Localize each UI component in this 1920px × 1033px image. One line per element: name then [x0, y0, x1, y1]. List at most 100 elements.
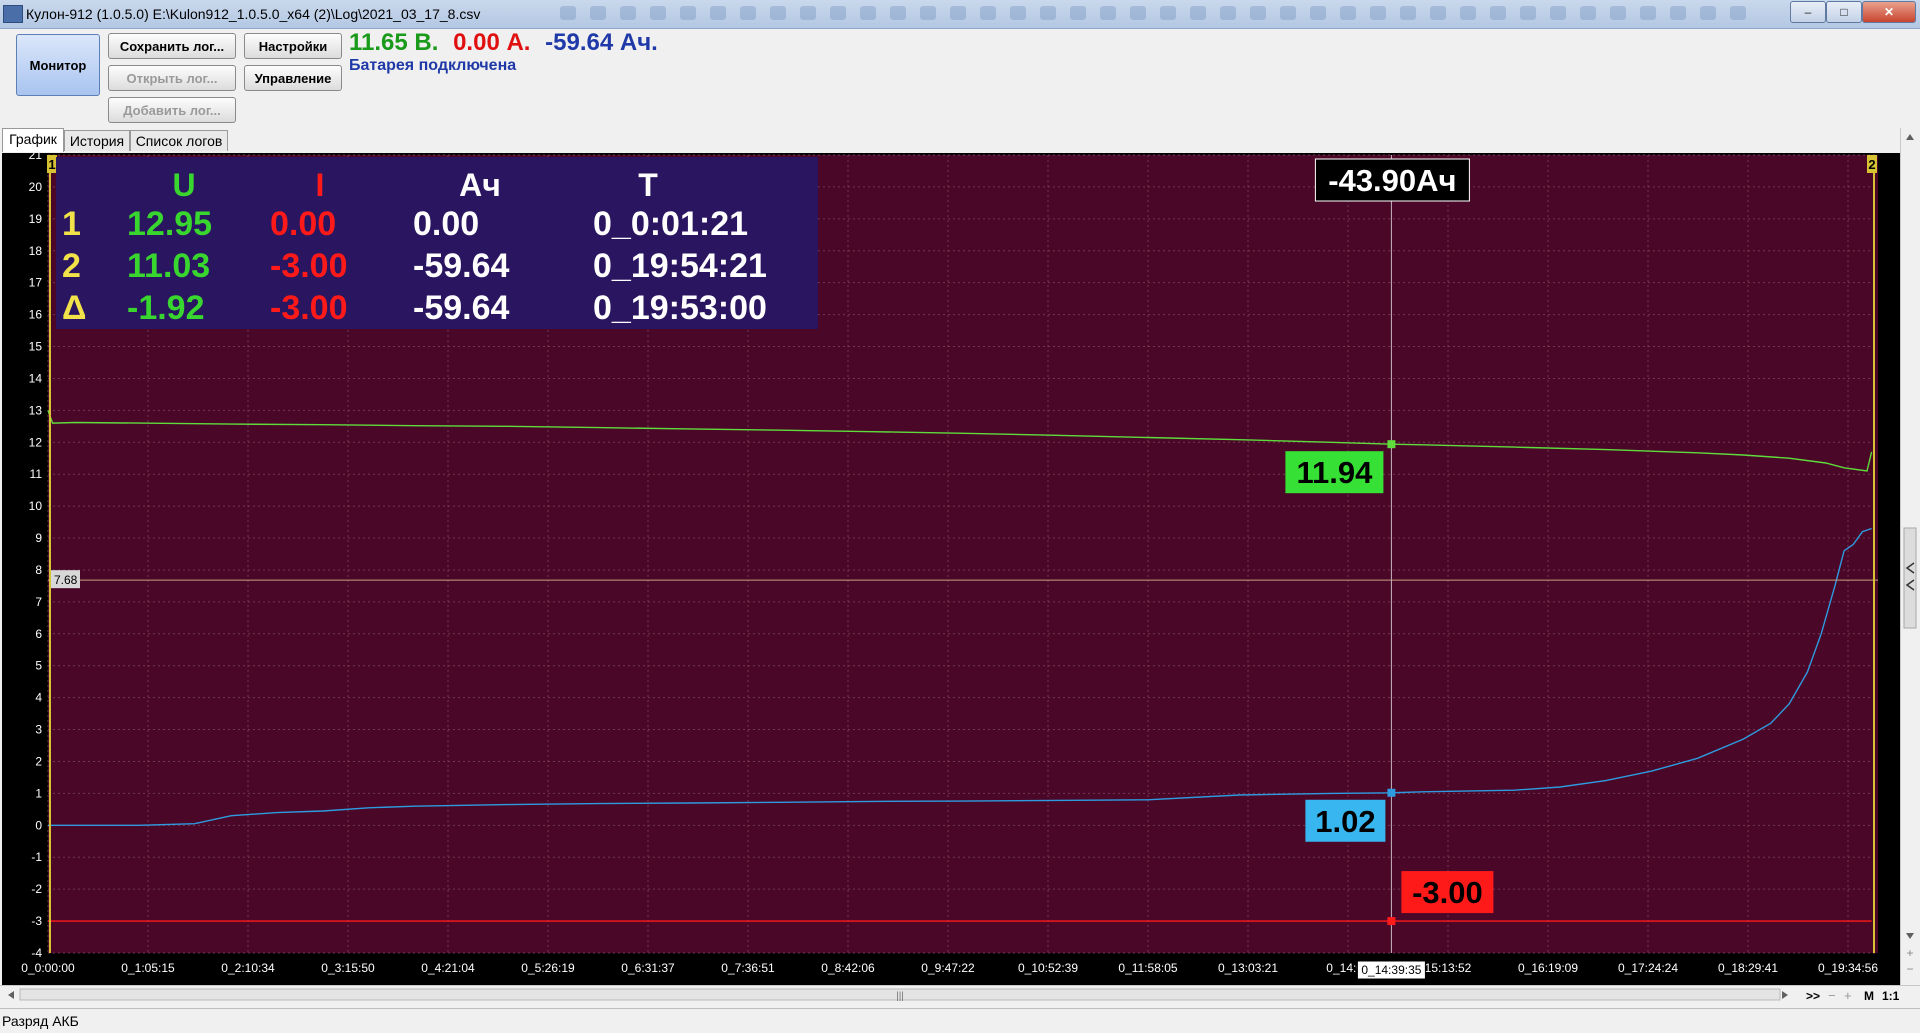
- row2-ah: -59.64: [413, 247, 509, 285]
- x-tick-label: 0_16:19:09: [1518, 961, 1578, 975]
- x-tick-label: 0_7:36:51: [721, 961, 775, 975]
- cursor-ah-label: -43.90Ач: [1328, 163, 1456, 198]
- x-tick-label: 0_13:03:21: [1218, 961, 1278, 975]
- row2-t: 0_19:54:21: [593, 247, 767, 285]
- cursor-current-label: -3.00: [1412, 875, 1483, 910]
- scroll-up-arrow-icon[interactable]: [1906, 134, 1914, 140]
- header-ah: Ач: [459, 167, 501, 203]
- control-button[interactable]: Управление: [244, 65, 342, 91]
- scroll-grip-icon: |||: [896, 991, 904, 1002]
- x-tick-label: 0_2:10:34: [221, 961, 275, 975]
- row2-u: 11.03: [127, 247, 210, 285]
- y-tick-label: -3: [31, 914, 42, 928]
- y-tick-label: 2: [35, 754, 42, 768]
- capacity-readout: -59.64 Ач.: [545, 29, 658, 56]
- x-tick-label: 0_3:15:50: [321, 961, 375, 975]
- tab-history[interactable]: История: [64, 130, 130, 151]
- x-tick-label: 0_0:00:00: [21, 961, 75, 975]
- minimize-button[interactable]: –: [1790, 1, 1826, 23]
- y-tick-label: 6: [35, 627, 42, 641]
- zoom-in-icon[interactable]: +: [1906, 946, 1913, 960]
- y-tick-label: 17: [29, 276, 43, 290]
- status-text: Разряд АКБ: [2, 1013, 79, 1029]
- x-tick-label: 0_6:31:37: [621, 961, 675, 975]
- y-tick-label: 1: [35, 786, 42, 800]
- threshold-label: 7.68: [54, 573, 78, 587]
- row3-u: -1.92: [127, 289, 205, 327]
- horizontal-scrollbar[interactable]: ||| >> − + M 1:1: [0, 985, 1920, 1004]
- y-tick-label: 16: [29, 308, 43, 322]
- graph-panel[interactable]: 21 20 19 18 17 16 15 14 13 12 11 10 9 8 7 6 5 4 3 2 1 0 -1 -2 -3…: [2, 148, 1900, 987]
- tab-graph[interactable]: График: [2, 128, 64, 152]
- y-tick-label: 5: [35, 659, 42, 673]
- marker-m-icon[interactable]: M: [1864, 989, 1874, 1003]
- open-log-button[interactable]: Открыть лог...: [108, 65, 236, 91]
- vertical-scroll-thumb[interactable]: [1903, 527, 1917, 629]
- scale-reset-icon[interactable]: 1:1: [1882, 989, 1900, 1003]
- header-i: I: [316, 167, 325, 203]
- y-tick-label: 13: [29, 403, 43, 417]
- battery-status: Батарея подключена: [349, 57, 517, 74]
- y-tick-label: 20: [29, 180, 43, 194]
- scroll-left-arrow-icon[interactable]: [8, 991, 14, 999]
- status-bar: Разряд АКБ: [0, 1008, 1920, 1033]
- scroll-down-arrow-icon[interactable]: [1906, 933, 1914, 939]
- x-tick-label: 0_17:24:24: [1618, 961, 1678, 975]
- voltage-readout: 11.65 В.: [349, 29, 439, 56]
- app-icon: [3, 5, 23, 23]
- save-log-button[interactable]: Сохранить лог...: [108, 33, 236, 59]
- y-tick-label: -2: [31, 882, 42, 896]
- y-tick-label: 15: [29, 340, 43, 354]
- cursor-voltage-label: 11.94: [1296, 455, 1373, 490]
- cursor-point-current: [1387, 917, 1396, 926]
- row1-t: 0_0:01:21: [593, 205, 748, 243]
- y-tick-label: 7: [35, 595, 42, 609]
- header-t: T: [638, 167, 658, 203]
- row1-label: 1: [62, 205, 81, 243]
- title-bar-decoration: [560, 6, 1780, 22]
- y-tick-label: 0: [35, 818, 42, 832]
- monitor-button[interactable]: Монитор: [16, 34, 100, 96]
- x-tick-label: 0_11:58:05: [1118, 961, 1177, 975]
- cursor-point-voltage: [1387, 440, 1396, 449]
- vertical-scrollbar[interactable]: + −: [1900, 128, 1919, 988]
- chart-svg: 2120191817161514131211109876543210-1-2-3…: [2, 148, 1900, 987]
- row3-t: 0_19:53:00: [593, 289, 767, 327]
- toolbar: Монитор Сохранить лог... Открыть лог... …: [0, 29, 1920, 127]
- zoom-out-icon[interactable]: −: [1828, 988, 1836, 1003]
- x-tick-label: 15:13:52: [1425, 961, 1472, 975]
- x-tick-label: 0_10:52:39: [1018, 961, 1078, 975]
- tab-log-list[interactable]: Список логов: [130, 130, 228, 151]
- x-tick-label: 0_8:42:06: [821, 961, 875, 975]
- x-tick-label: 0_5:26:19: [521, 961, 575, 975]
- cursor-time-label: 0_14:39:35: [1361, 963, 1421, 977]
- horizontal-scrollbar-glyphs: ||| >> − + M 1:1: [8, 988, 1900, 1003]
- scroll-right-arrow-icon[interactable]: [1782, 991, 1788, 999]
- x-tick-label: 0_18:29:41: [1718, 961, 1778, 975]
- fast-forward-icon[interactable]: >>: [1806, 989, 1820, 1003]
- current-readout: 0.00 А.: [453, 29, 531, 56]
- y-tick-label: 19: [29, 212, 43, 226]
- marker-2-label: 2: [1868, 157, 1875, 172]
- add-log-button[interactable]: Добавить лог...: [108, 97, 236, 123]
- y-tick-label: 10: [29, 499, 43, 513]
- title-bar: Кулон-912 (1.0.5.0) E:\Kulon912_1.0.5.0_…: [0, 0, 1920, 29]
- settings-button[interactable]: Настройки: [244, 33, 342, 59]
- maximize-button[interactable]: □: [1826, 1, 1862, 23]
- vertical-scrollbar-glyphs: + −: [1903, 134, 1917, 976]
- y-tick-label: 12: [29, 435, 43, 449]
- y-tick-label: 3: [35, 723, 42, 737]
- row3-label: Δ: [62, 289, 86, 327]
- row3-i: -3.00: [270, 289, 348, 327]
- close-button[interactable]: ✕: [1862, 1, 1916, 23]
- row1-i: 0.00: [270, 205, 336, 243]
- row2-i: -3.00: [270, 247, 348, 285]
- cursor-point-blue: [1387, 788, 1396, 797]
- zoom-out-icon[interactable]: −: [1906, 962, 1913, 976]
- header-u: U: [172, 167, 195, 203]
- y-tick-label: 4: [35, 691, 42, 705]
- zoom-in-icon[interactable]: +: [1844, 988, 1852, 1003]
- cursor-blue-label: 1.02: [1315, 804, 1375, 839]
- y-tick-label: 18: [29, 244, 43, 258]
- y-tick-label: 14: [29, 371, 43, 385]
